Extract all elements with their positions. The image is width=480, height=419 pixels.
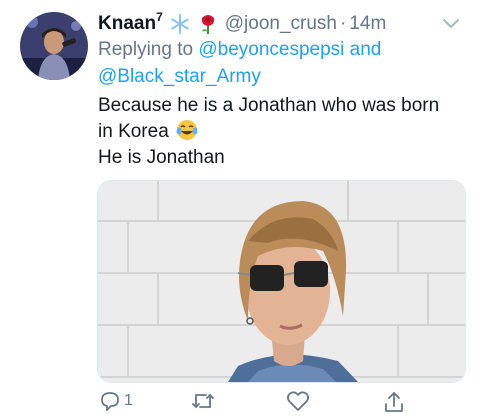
avatar[interactable] — [20, 12, 88, 80]
author-handle[interactable]: @joon_crush — [225, 13, 337, 35]
text-line: Because he is a Jonathan who was born — [98, 95, 440, 116]
mention-link[interactable]: @Black_star_Army — [98, 66, 261, 87]
tweet-photo[interactable] — [97, 180, 466, 383]
text-line: He is Jonathan — [98, 147, 225, 168]
snowflake-icon — [169, 13, 191, 35]
chevron-down-icon[interactable] — [440, 14, 462, 32]
author-superscript: 7 — [156, 10, 163, 24]
share-icon — [383, 390, 405, 414]
retweet-button[interactable] — [190, 390, 216, 412]
reply-button[interactable]: 1 — [99, 390, 133, 412]
replying-to: Replying to @beyoncespepsi and @Black_st… — [98, 36, 381, 90]
author-name[interactable]: Knaan — [98, 13, 156, 35]
timestamp[interactable]: 14m — [349, 13, 386, 35]
text-line: in Korea — [98, 121, 169, 142]
separator-dot: · — [340, 13, 347, 34]
tweet-header: Knaan 7 @joon_crush · 14m — [98, 10, 386, 37]
tweet[interactable]: Knaan 7 @joon_crush · 14m Replying to @b… — [0, 0, 480, 419]
text-line-with-emoji: in Korea — [98, 119, 468, 145]
replying-prefix: Replying to — [98, 39, 194, 60]
retweet-icon — [190, 390, 216, 412]
rose-icon — [197, 13, 219, 35]
reply-icon — [99, 390, 121, 412]
like-icon — [286, 390, 310, 412]
mention-link[interactable]: @beyoncespepsi — [198, 39, 344, 60]
action-bar: 1 — [0, 390, 480, 418]
tweet-text: Because he is a Jonathan who was born in… — [98, 93, 468, 171]
share-button[interactable] — [383, 390, 405, 414]
reply-joiner[interactable]: and — [350, 39, 382, 60]
like-button[interactable] — [286, 390, 310, 412]
tears-of-joy-icon — [176, 119, 198, 141]
reply-count: 1 — [124, 392, 133, 409]
